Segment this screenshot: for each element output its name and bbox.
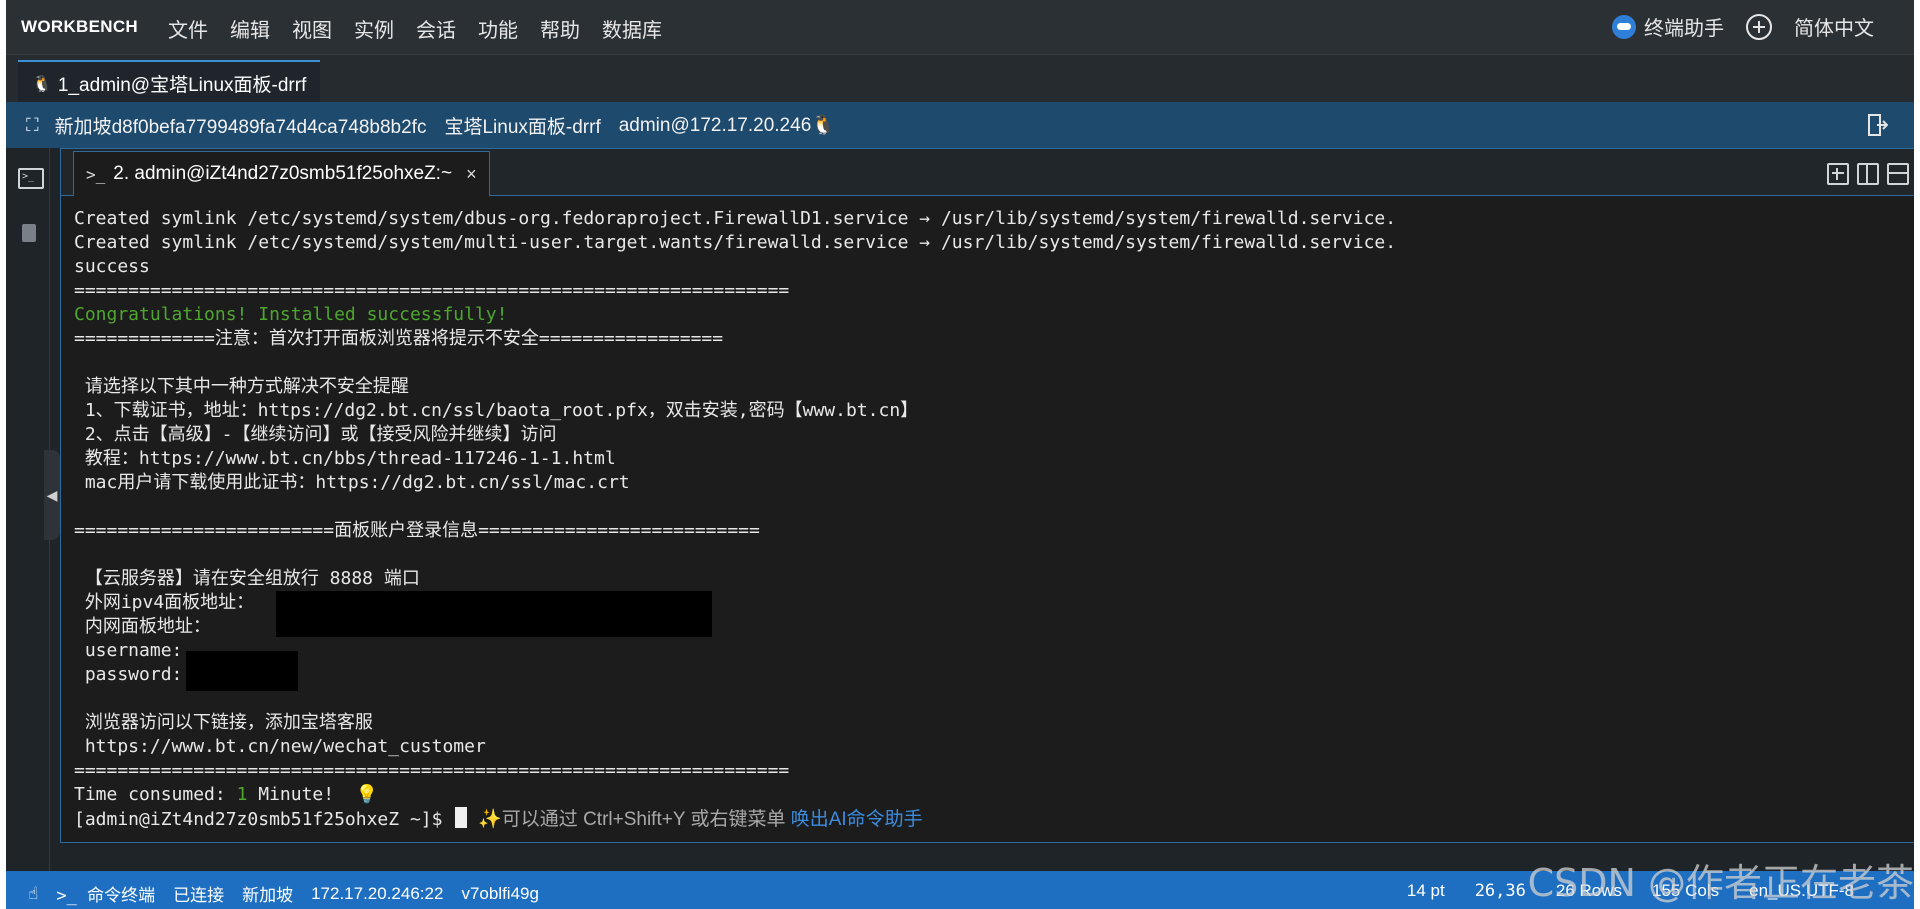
linux-icon: 🐧 [811,115,835,136]
terminal-line: 【云服务器】请在安全组放行 8888 端口 [74,568,420,589]
font-size[interactable]: 14 pt [1407,881,1445,901]
terminal-line: 浏览器访问以下链接，添加宝塔客服 [74,712,373,733]
terminal-tab-label: 2. admin@iZt4nd27z0smb51f25ohxeZ:~ [113,163,453,184]
robot-icon [1612,14,1636,39]
new-pane-icon[interactable] [1827,163,1849,185]
terminal-line: 内网面板地址： [74,616,211,637]
menu-database[interactable]: 数据库 [602,14,662,43]
terminal-assistant-button[interactable]: 终端助手 [1612,12,1724,41]
brand-logo: WORKBENCH [21,17,138,36]
prompt-icon: >_ [56,886,88,906]
terminal-line: 1、下载证书，地址：https://dg2.bt.cn/ssl/baota_ro… [74,400,919,421]
pane-controls [1827,163,1909,185]
terminal-line: username: [74,640,183,661]
terminal-pane: >_ 2. admin@iZt4nd27z0smb51f25ohxeZ:~ × … [60,148,1914,843]
menu-session[interactable]: 会话 [416,14,456,43]
terminal-output[interactable]: Created symlink /etc/systemd/system/dbus… [61,207,1901,837]
terminal-line: https://www.bt.cn/new/wechat_customer [74,736,486,757]
col-count: 155 Cols [1652,881,1720,900]
login-info: admin@172.17.20.246🐧 [618,115,835,136]
host-address: 172.17.20.246:22 [311,883,444,903]
exit-icon[interactable] [1868,114,1888,136]
connection-status: 已连接 [173,886,225,905]
terminal-icon[interactable]: >_ [18,168,44,189]
terminal-prompt-line: [admin@iZt4nd27z0smb51f25ohxeZ ~]$ ✨可以通过… [74,807,923,831]
prompt-icon: >_ [86,164,106,184]
terminal-line: ========================面板账户登录信息========… [74,520,760,541]
terminal-line: =============注意：首次打开面板浏览器将提示不安全=========… [74,328,724,349]
fullscreen-icon[interactable]: ⛶ [26,115,39,136]
redacted-block [276,591,713,637]
cursor-position: 26,36 [1474,881,1526,901]
encoding[interactable]: en_US.UTF-8 [1749,881,1854,901]
hand-icon[interactable]: ☝ [28,884,38,904]
row-count: 26 Rows [1555,881,1623,900]
split-vertical-icon[interactable] [1857,163,1879,185]
terminal-line: Time consumed: 1 Minute! 💡 [74,784,379,805]
session-id: v7oblfi49g [461,883,539,903]
terminal-tab[interactable]: >_ 2. admin@iZt4nd27z0smb51f25ohxeZ:~ × [73,151,490,196]
region-label: 新加坡 [242,886,294,905]
terminal-line: mac用户请下载使用此证书：https://dg2.bt.cn/ssl/mac.… [74,472,630,493]
menu-edit[interactable]: 编辑 [230,14,270,43]
status-left: ☝ >_ 命令终端 已连接 新加坡 172.17.20.246:22 v7obl… [28,881,539,907]
ai-assistant-link[interactable]: 唤出AI命令助手 [791,809,923,830]
menu-bar: WORKBENCH 文件 编辑 视图 实例 会话 功能 帮助 数据库 终端助手 … [6,0,1914,54]
status-bar: ☝ >_ 命令终端 已连接 新加坡 172.17.20.246:22 v7obl… [6,871,1914,909]
split-horizontal-icon[interactable] [1887,163,1909,185]
lightbulb-icon[interactable]: 💡 [356,784,378,805]
instance-id: 新加坡d8f0befa7799489fa74d4ca748b8b2fc [54,116,427,138]
terminal-line: success [74,256,150,277]
terminal-line: password: [74,651,299,691]
menu-help[interactable]: 帮助 [540,14,580,43]
terminal-line: Created symlink /etc/systemd/system/dbus… [74,208,1397,229]
terminal-tab-strip: >_ 2. admin@iZt4nd27z0smb51f25ohxeZ:~ × [61,149,1914,196]
status-right: 14 pt 26,36 26 Rows 155 Cols en_US.UTF-8 [1407,881,1854,901]
menu-file[interactable]: 文件 [168,14,208,43]
session-tab[interactable]: 🐧 1_admin@宝塔Linux面板-drrf [18,60,321,105]
ai-hint-text: ✨可以通过 Ctrl+Shift+Y 或右键菜单 [478,809,791,830]
add-circle-icon[interactable] [1746,13,1772,40]
terminal-line: 2、点击【高级】-【继续访问】或【接受风险并继续】访问 [74,424,557,445]
terminal-line: 教程：https://www.bt.cn/bbs/thread-117246-1… [74,448,616,469]
menu-features[interactable]: 功能 [478,14,518,43]
terminal-line: 请选择以下其中一种方式解决不安全提醒 [74,376,409,397]
close-icon[interactable]: × [466,164,477,185]
redacted-block [186,651,299,691]
instance-info-bar: ⛶ 新加坡d8f0befa7799489fa74d4ca748b8b2fc 宝塔… [6,102,1914,148]
session-tab-label: 1_admin@宝塔Linux面板-drrf [57,75,307,96]
terminal-line: Created symlink /etc/systemd/system/mult… [74,232,1397,253]
terminal-line: 外网ipv4面板地址： [74,591,713,637]
text-cursor [455,807,468,828]
app-window: WORKBENCH 文件 编辑 视图 实例 会话 功能 帮助 数据库 终端助手 … [6,0,1914,909]
shell-prompt: [admin@iZt4nd27z0smb51f25ohxeZ ~]$ [74,809,454,830]
menu-view[interactable]: 视图 [292,14,332,43]
instance-name: 宝塔Linux面板-drrf [444,116,601,138]
terminal-line: ========================================… [74,760,790,781]
file-icon[interactable] [22,224,36,242]
session-tab-strip: 🐧 1_admin@宝塔Linux面板-drrf [6,54,1914,105]
main-menu: 文件 编辑 视图 实例 会话 功能 帮助 数据库 [168,14,684,43]
menu-instance[interactable]: 实例 [354,14,394,43]
time-value: 1 [236,784,248,805]
language-selector[interactable]: 简体中文 [1794,12,1874,41]
collapse-sidebar-handle[interactable]: ◀ [44,450,60,540]
terminal-line-success: Congratulations! Installed successfully! [74,304,508,325]
linux-icon: 🐧 [32,75,52,93]
menu-right-group: 终端助手 简体中文 [1612,12,1874,41]
assistant-label: 终端助手 [1644,18,1724,40]
terminal-mode[interactable]: >_ 命令终端 [56,881,155,906]
terminal-line: ========================================… [74,280,790,301]
